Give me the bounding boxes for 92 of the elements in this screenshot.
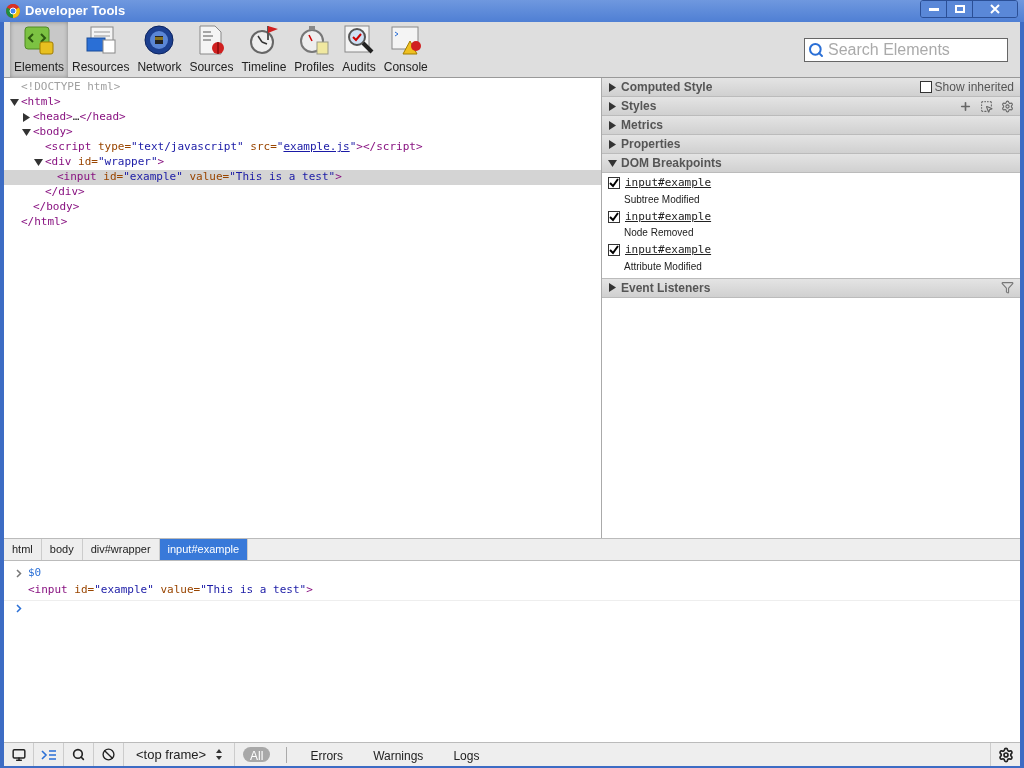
collapsed-triangle-icon[interactable]	[608, 101, 617, 111]
breakpoint-target[interactable]: input#example	[625, 242, 712, 259]
window-title: Developer Tools	[25, 2, 126, 21]
checkbox[interactable]	[608, 244, 620, 257]
panel-tab[interactable]: Console	[379, 21, 432, 78]
panel-tab[interactable]: Audits	[338, 21, 380, 78]
pane-header[interactable]: Styles	[602, 97, 1020, 116]
filter-button[interactable]: Errors	[303, 747, 351, 762]
pane-header[interactable]: Computed Style Show inherited	[602, 78, 1020, 97]
panel-tab[interactable]: Timeline	[237, 21, 291, 78]
panel-tab[interactable]: Resources	[68, 21, 134, 78]
collapsed-triangle-icon[interactable]	[608, 139, 617, 149]
closing-tag: </body>	[33, 199, 80, 216]
breakpoint-target[interactable]: input#example	[625, 175, 712, 192]
expanded-triangle-icon[interactable]	[608, 158, 617, 168]
pane-title: Metrics	[621, 117, 664, 134]
expanded-triangle-icon[interactable]	[22, 128, 31, 137]
collapsed-triangle-icon[interactable]	[608, 82, 617, 92]
globe-icon	[143, 23, 176, 56]
close-button[interactable]	[973, 1, 1017, 17]
search-icon	[72, 748, 85, 761]
pane-title: Computed Style	[621, 79, 713, 96]
settings-icon[interactable]	[1001, 99, 1014, 113]
filter-icon[interactable]	[1001, 281, 1014, 294]
checkbox[interactable]	[608, 177, 620, 190]
breadcrumb[interactable]: body	[41, 539, 83, 560]
node-markup: <html>	[21, 94, 61, 111]
panel-tab[interactable]: Network	[133, 21, 186, 78]
dom-node-row[interactable]: <body>	[4, 125, 601, 140]
filter-button[interactable]: Logs	[446, 747, 487, 762]
dom-node-row[interactable]: <input id="example" value="This is a test">	[4, 170, 601, 185]
breakpoint-type: Attribute Modified	[623, 259, 703, 274]
pane-title: Styles	[621, 98, 657, 115]
magnifier-icon	[343, 23, 376, 56]
console-warning-icon	[389, 23, 422, 56]
add-icon[interactable]	[959, 99, 972, 113]
select-arrows-icon	[216, 749, 223, 760]
pane-title: DOM Breakpoints	[621, 155, 722, 172]
expanded-triangle-icon[interactable]	[10, 98, 19, 107]
frame-select[interactable]: <top frame>	[124, 743, 236, 766]
dom-node-row[interactable]: <html>	[4, 95, 601, 110]
expanded-triangle-icon[interactable]	[34, 158, 43, 167]
minimize-button[interactable]	[921, 1, 947, 17]
prompt-chevron-icon	[16, 568, 22, 578]
prompt-chevron-icon[interactable]	[16, 604, 22, 613]
pane-title: Event Listeners	[621, 279, 711, 297]
dom-node-row[interactable]: <div id="wrapper">	[4, 155, 601, 170]
panel-tab[interactable]: Sources	[185, 21, 238, 78]
breadcrumb[interactable]: html	[4, 539, 42, 560]
collapsed-triangle-icon[interactable]	[608, 120, 617, 130]
node-markup: <body>	[33, 124, 73, 141]
stopwatch-flag-icon	[247, 23, 280, 56]
dom-node-row[interactable]: <script type="text/javascript" src="example.js"></script>	[4, 140, 601, 155]
panel-tab[interactable]: Elements	[10, 21, 69, 78]
checkbox[interactable]	[919, 81, 932, 93]
code-brackets-icon	[23, 23, 55, 56]
element-state-icon[interactable]	[980, 99, 993, 113]
node-markup: <head>…</head>	[33, 109, 126, 126]
dom-node-row[interactable]: <head>…</head>	[4, 110, 601, 125]
node-markup: <!DOCTYPE html>	[21, 79, 121, 96]
breadcrumb[interactable]: input#example	[159, 539, 249, 560]
pane-header[interactable]: Properties	[602, 135, 1020, 154]
search-icon	[808, 41, 824, 58]
node-markup: <div id="wrapper">	[45, 154, 165, 171]
console-result: <input id="example" value="This is a test">	[28, 582, 313, 596]
closing-tag: </html>	[21, 214, 68, 231]
search-field[interactable]: Search Elements	[804, 37, 1008, 62]
stopwatch-icon	[298, 23, 331, 56]
breadcrumb[interactable]: div#wrapper	[82, 539, 160, 560]
pane-header[interactable]: Metrics	[602, 116, 1020, 135]
pane-title: Properties	[621, 136, 681, 153]
collapsed-triangle-icon[interactable]	[22, 113, 31, 122]
checkbox[interactable]	[608, 210, 620, 223]
pane-header[interactable]: DOM Breakpoints	[602, 154, 1020, 173]
panel-tab[interactable]: Profiles	[290, 21, 339, 78]
breakpoint-type: Node Removed	[623, 226, 695, 240]
filter-button[interactable]: Warnings	[366, 747, 431, 762]
app-logo-icon	[6, 4, 20, 18]
collapsed-triangle-icon[interactable]	[608, 283, 617, 292]
option-label: Show inherited	[934, 79, 1014, 96]
console-command: $0	[28, 565, 42, 581]
maximize-button[interactable]	[947, 1, 973, 17]
clear-icon	[102, 748, 115, 761]
console-lines-icon	[40, 748, 57, 761]
node-markup: <script type="text/javascript" src="example.js"></script>	[45, 139, 423, 156]
settings-icon	[997, 746, 1014, 763]
close-icon	[990, 4, 1000, 14]
breakpoint-target[interactable]: input#example	[625, 208, 712, 225]
monitor-icon	[11, 747, 26, 762]
closing-tag: </div>	[45, 184, 85, 201]
breakpoint-type: Subtree Modified	[623, 192, 701, 207]
node-markup: <input id="example" value="This is a test">	[57, 169, 342, 186]
